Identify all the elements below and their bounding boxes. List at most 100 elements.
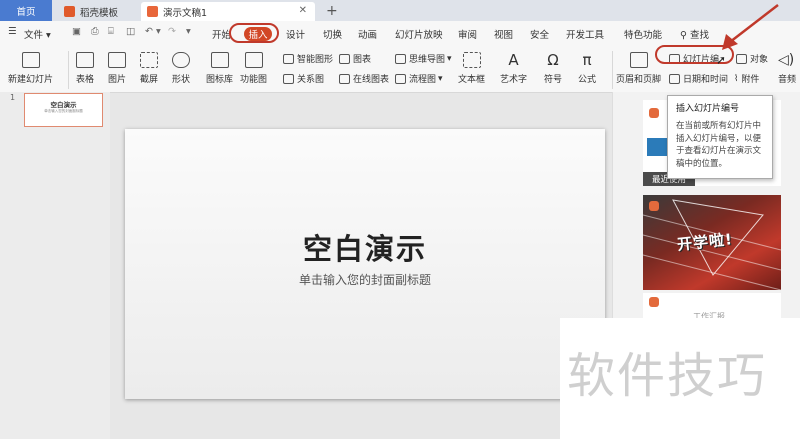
screenshot-label: 截屏	[140, 75, 159, 85]
presentation-logo-icon	[147, 6, 158, 17]
new-tab-button[interactable]: +	[326, 1, 338, 20]
header-footer-icon	[629, 52, 648, 68]
mind-map-button[interactable]: 思维导图 ▾	[395, 52, 452, 65]
slide-subtitle-placeholder[interactable]: 单击输入您的封面副标题	[125, 271, 605, 288]
function-chart-label: 功能图	[240, 75, 268, 85]
thumbnail-subtitle: 单击输入您的封面副标题	[44, 109, 83, 113]
picture-icon	[108, 52, 126, 68]
slide-title[interactable]: 空白演示	[125, 226, 605, 268]
menu-review[interactable]: 审阅	[458, 27, 477, 41]
omega-icon: Ω	[547, 51, 559, 69]
art-text-icon: A	[508, 51, 519, 69]
online-chart-icon	[339, 73, 350, 84]
tab-document-label: 演示文稿1	[163, 7, 208, 19]
chart-icon	[339, 53, 350, 64]
chart-button[interactable]: 图表	[339, 52, 371, 65]
flowchart-label: 流程图	[409, 75, 437, 85]
shape-button[interactable]: 形状	[172, 52, 190, 85]
attachment-label: 附件	[741, 75, 760, 85]
export-icon[interactable]: ⎙	[91, 26, 99, 37]
table-icon	[76, 52, 94, 68]
function-chart-icon	[244, 52, 263, 68]
screenshot-button[interactable]: 截屏	[140, 52, 158, 85]
menu-transition[interactable]: 切换	[323, 27, 342, 41]
slide-canvas[interactable]: 空白演示 单击输入您的封面副标题	[125, 129, 605, 399]
template-logo-icon	[649, 201, 659, 211]
textbox-icon	[462, 52, 481, 68]
template-logo-icon	[649, 297, 659, 307]
customize-icon[interactable]: ▾	[186, 26, 191, 37]
menu-slideshow[interactable]: 幻灯片放映	[395, 27, 443, 41]
save-icon[interactable]: ▣	[72, 26, 81, 37]
watermark-box: 软件技巧	[560, 318, 800, 439]
slide-thumbnail[interactable]: 空白演示 单击输入您的封面副标题	[24, 93, 103, 127]
menu-file-label: 文件	[24, 30, 44, 41]
attachment-button[interactable]: ⌇ 附件	[734, 72, 760, 86]
new-slide-button[interactable]: 新建幻灯片	[8, 52, 53, 85]
tab-home[interactable]: 首页	[0, 0, 52, 21]
icon-library-button[interactable]: 图标库	[206, 52, 233, 85]
tooltip: 插入幻灯片编号 在当前或所有幻灯片中插入幻灯片编号，以便于查看幻灯片在演示文稿中…	[667, 95, 773, 179]
table-button[interactable]: 表格	[76, 52, 94, 85]
tab-template-label: 稻壳模板	[80, 7, 119, 19]
online-chart-label: 在线图表	[353, 75, 390, 85]
new-slide-icon	[21, 52, 40, 68]
docer-logo-icon	[64, 6, 75, 17]
preview-icon[interactable]: ◫	[126, 26, 135, 37]
pi-icon: π	[582, 51, 592, 69]
art-text-label: 艺术字	[500, 75, 528, 85]
formula-button[interactable]: π 公式	[578, 52, 596, 85]
chart-label: 图表	[353, 55, 372, 65]
template-card-school[interactable]: 开学啦!	[643, 195, 781, 290]
menu-animation[interactable]: 动画	[358, 27, 377, 41]
smart-art-button[interactable]: 智能图形	[283, 52, 333, 65]
tooltip-title: 插入幻灯片编号	[676, 104, 740, 114]
menu-file[interactable]: 文件 ▾	[24, 27, 51, 41]
print-icon[interactable]: ⌸	[108, 26, 114, 37]
tab-document[interactable]: 演示文稿1 ✕	[141, 2, 315, 21]
art-text-button[interactable]: A 艺术字	[500, 52, 527, 85]
date-time-label: 日期和时间	[683, 75, 729, 85]
date-time-button[interactable]: 日期和时间	[669, 72, 728, 85]
icon-library-label: 图标库	[206, 75, 234, 85]
table-label: 表格	[76, 75, 95, 85]
search-icon: ⚲	[680, 30, 687, 41]
redo-icon[interactable]: ↷	[168, 26, 176, 37]
tooltip-body: 在当前或所有幻灯片中插入幻灯片编号，以便于查看幻灯片在演示文稿中的位置。	[676, 121, 762, 169]
flowchart-icon	[395, 73, 406, 84]
formula-label: 公式	[578, 75, 597, 85]
menu-developer[interactable]: 开发工具	[566, 27, 604, 41]
function-chart-button[interactable]: 功能图	[240, 52, 267, 85]
flowchart-button[interactable]: 流程图 ▾	[395, 72, 443, 85]
undo-icon[interactable]: ↶ ▾	[145, 26, 161, 37]
menu-features[interactable]: 特色功能	[624, 27, 662, 41]
menu-security[interactable]: 安全	[530, 27, 549, 41]
textbox-button[interactable]: 文本框	[458, 52, 485, 85]
relation-label: 关系图	[297, 75, 325, 85]
tab-template[interactable]: 稻壳模板	[58, 2, 144, 21]
menu-view[interactable]: 视图	[494, 27, 513, 41]
thumbnail-title: 空白演示	[50, 101, 77, 109]
slide-thumbnail-pane	[0, 92, 110, 439]
online-chart-button[interactable]: 在线图表	[339, 72, 389, 85]
textbox-label: 文本框	[458, 75, 486, 85]
symbol-button[interactable]: Ω 符号	[544, 52, 562, 85]
relation-button[interactable]: 关系图	[283, 72, 324, 85]
template-preview-block	[647, 138, 667, 156]
icon-library-icon	[210, 52, 229, 68]
picture-label: 图片	[108, 75, 127, 85]
header-footer-button[interactable]: 页眉和页脚	[616, 52, 661, 85]
smart-art-label: 智能图形	[297, 55, 334, 65]
separator	[612, 51, 613, 89]
relation-icon	[283, 73, 294, 84]
hamburger-icon[interactable]: ☰	[8, 26, 17, 37]
picture-button[interactable]: 图片	[108, 52, 126, 85]
template-logo-icon	[649, 108, 659, 118]
calendar-icon	[669, 73, 680, 84]
close-tab-icon[interactable]: ✕	[299, 5, 307, 16]
menu-insert[interactable]: 插入	[244, 27, 272, 41]
symbol-label: 符号	[544, 75, 563, 85]
menu-design[interactable]: 设计	[286, 27, 305, 41]
slide-index: 1	[10, 93, 16, 102]
watermark-text: 软件技巧	[567, 348, 768, 404]
